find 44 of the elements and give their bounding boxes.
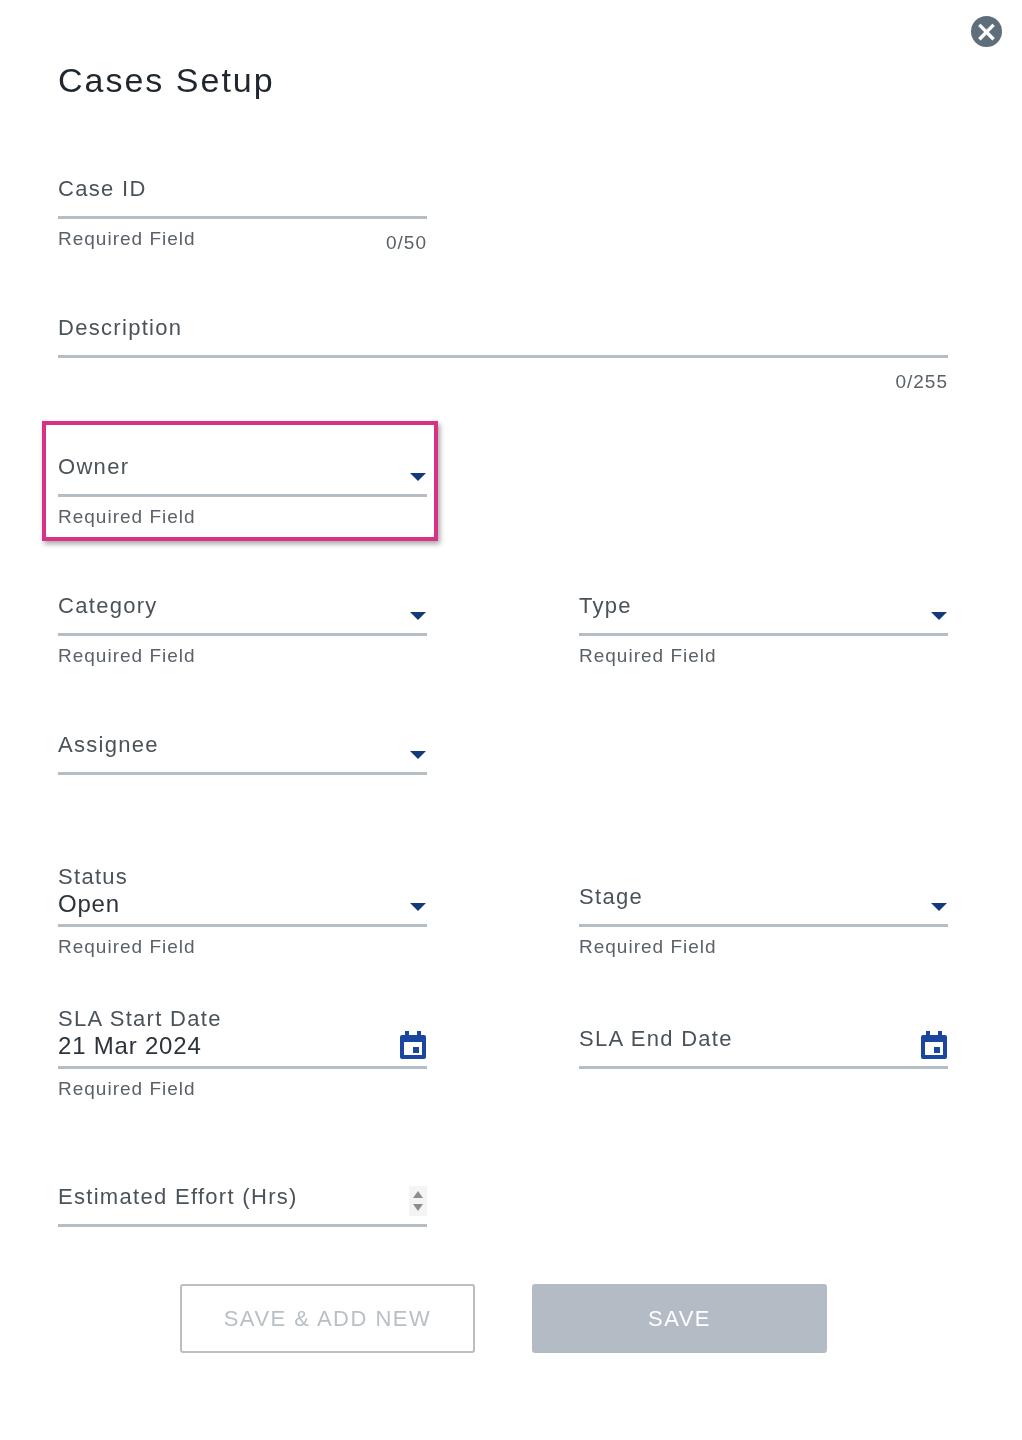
- dropdown-field[interactable]: Type: [579, 574, 948, 636]
- field-hint: Required Field: [579, 645, 717, 667]
- calendar-icon[interactable]: [399, 1030, 427, 1060]
- character-counter: 0/50: [386, 232, 427, 254]
- field-label: Type: [579, 593, 633, 619]
- dropdown-caret-icon[interactable]: [930, 902, 948, 912]
- dropdown-caret-icon[interactable]: [409, 611, 427, 621]
- field-hint: Required Field: [579, 936, 717, 958]
- field-label: Stage: [579, 884, 644, 910]
- field-label: Case ID: [58, 176, 148, 202]
- spinner-icon[interactable]: [409, 1186, 427, 1216]
- field-hint: Required Field: [58, 506, 196, 528]
- field-hint: Required Field: [58, 1078, 196, 1100]
- dropdown-field[interactable]: Assignee: [58, 713, 427, 775]
- character-counter: 0/255: [895, 371, 948, 393]
- field-hint: Required Field: [58, 645, 196, 667]
- field-label: Assignee: [58, 732, 160, 758]
- field-label: Owner: [58, 454, 131, 480]
- dropdown-field[interactable]: Status Open: [58, 865, 427, 927]
- field-value: 21 Mar 2024: [58, 1032, 203, 1060]
- date-field[interactable]: SLA Start Date 21 Mar 2024: [58, 1007, 427, 1069]
- input-field[interactable]: Estimated Effort (Hrs): [58, 1165, 427, 1227]
- dropdown-field[interactable]: Stage: [579, 865, 948, 927]
- field-label: Description: [58, 315, 184, 341]
- date-field[interactable]: SLA End Date: [579, 1007, 948, 1069]
- field-label: Category: [58, 593, 159, 619]
- input-field[interactable]: Description: [58, 296, 948, 358]
- field-hint: Required Field: [58, 228, 196, 251]
- close-button[interactable]: ×: [971, 16, 1002, 47]
- dropdown-field[interactable]: Owner: [58, 435, 427, 497]
- field-label: Status: [58, 864, 130, 890]
- dropdown-caret-icon[interactable]: [409, 472, 427, 482]
- field-hint: Required Field: [58, 936, 196, 958]
- dropdown-caret-icon[interactable]: [409, 750, 427, 760]
- field-label: SLA End Date: [579, 1026, 734, 1052]
- dialog-title: Cases Setup: [58, 60, 275, 100]
- input-field[interactable]: Case ID: [58, 157, 427, 219]
- field-label: SLA Start Date: [58, 1006, 223, 1032]
- dropdown-caret-icon[interactable]: [930, 611, 948, 621]
- calendar-icon[interactable]: [920, 1030, 948, 1060]
- dropdown-field[interactable]: Category: [58, 574, 427, 636]
- field-value: Open: [58, 890, 121, 918]
- dropdown-caret-icon[interactable]: [409, 902, 427, 912]
- field-label: Estimated Effort (Hrs): [58, 1184, 299, 1210]
